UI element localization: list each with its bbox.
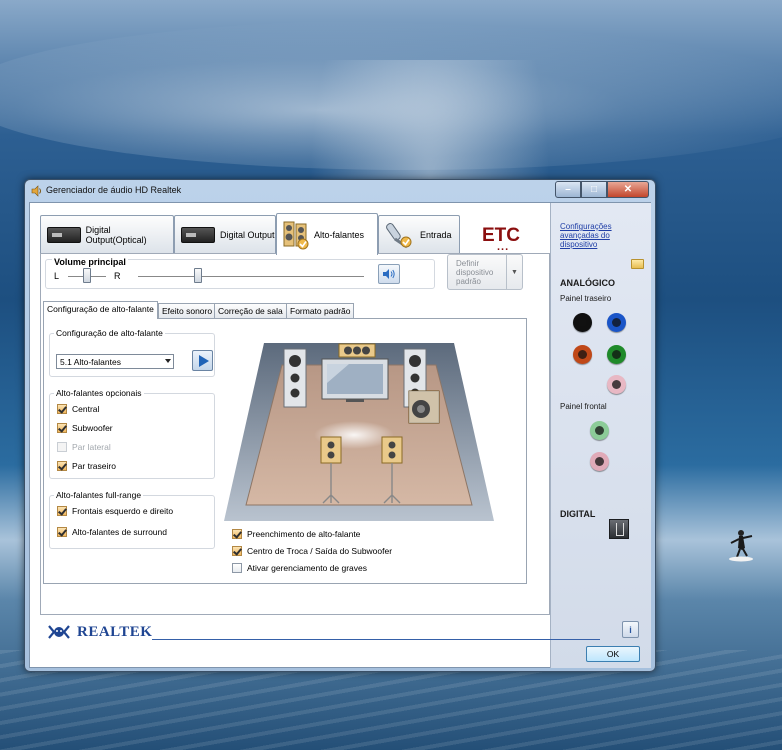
analog-heading: ANALÓGICO: [560, 278, 615, 288]
digital-connector-icon[interactable]: [609, 519, 629, 539]
crossover-label: Centro de Troca / Saída do Subwoofer: [247, 546, 393, 556]
subwoofer-checkbox[interactable]: [57, 423, 67, 433]
optional-speakers-group: Alto-falantes opcionais Central Subwoofe…: [49, 388, 215, 479]
etc-dots: ...: [497, 241, 510, 253]
subwoofer-checkbox-row[interactable]: Subwoofer: [57, 423, 113, 433]
speaker-fill-checkbox-row[interactable]: Preenchimento de alto-falante: [232, 529, 360, 539]
optical-device-icon: [47, 226, 81, 243]
front-jack-pink[interactable]: [590, 452, 609, 471]
realtek-logo: REALTEK: [46, 623, 152, 641]
crossover-checkbox-row[interactable]: Centro de Troca / Saída do Subwoofer: [232, 546, 392, 556]
minimize-button[interactable]: –: [555, 181, 581, 198]
balance-left-label: L: [54, 271, 60, 281]
side-pair-checkbox: [57, 442, 67, 452]
surround-checkbox-row[interactable]: Alto-falantes de surround: [57, 527, 167, 537]
chevron-down-icon: [165, 359, 171, 363]
tab-digital-output-optical[interactable]: Digital Output(Optical): [40, 215, 174, 253]
microphone-icon: [386, 222, 412, 248]
realtek-crab-icon: [48, 625, 70, 639]
rear-jack-pink[interactable]: [607, 375, 626, 394]
tab-label: Digital Output: [220, 229, 275, 240]
main-volume-group: Volume principal L R: [45, 257, 435, 289]
side-pair-label: Par lateral: [72, 442, 111, 452]
speaker-config-group: Configuração de alto-falante 5.1 Alto-fa…: [49, 328, 215, 377]
ok-button[interactable]: OK: [586, 646, 640, 662]
central-checkbox[interactable]: [57, 404, 67, 414]
info-button[interactable]: i: [622, 621, 639, 638]
central-label: Central: [72, 404, 100, 414]
fullrange-title: Alto-falantes full-range: [54, 490, 144, 500]
rear-pair-checkbox-row[interactable]: Par traseiro: [57, 461, 116, 471]
balance-slider[interactable]: [83, 268, 91, 283]
tab-label: Alto-falantes: [314, 229, 365, 240]
title-bar[interactable]: Gerenciador de áudio HD Realtek – □ ✕: [25, 180, 655, 202]
digital-heading: DIGITAL: [560, 509, 596, 519]
central-checkbox-row[interactable]: Central: [57, 404, 99, 414]
set-default-device-button[interactable]: Definir dispositivo padrão ▼: [447, 254, 523, 290]
realtek-brand: REALTEK: [77, 623, 153, 640]
speaker-fill-checkbox[interactable]: [232, 529, 242, 539]
front-lr-checkbox[interactable]: [57, 506, 67, 516]
close-button[interactable]: ✕: [607, 181, 649, 198]
folder-icon[interactable]: [631, 259, 644, 269]
window-title: Gerenciador de áudio HD Realtek: [46, 185, 182, 195]
subwoofer-label: Subwoofer: [72, 423, 113, 433]
front-lr-label: Frontais esquerdo e direito: [72, 506, 174, 516]
surround-checkbox[interactable]: [57, 527, 67, 537]
volume-icon: [383, 269, 395, 279]
side-pair-checkbox-row: Par lateral: [57, 442, 111, 452]
subtab-speaker-config[interactable]: Configuração de alto-falante: [43, 301, 158, 319]
subtab-room-correction[interactable]: Correção de sala: [214, 303, 287, 318]
tab-label: Digital Output(Optical): [85, 224, 147, 245]
bass-management-checkbox-row[interactable]: Ativar gerenciamento de graves: [232, 563, 367, 573]
footer-divider: [152, 639, 600, 640]
rear-panel-label: Painel traseiro: [560, 294, 612, 303]
optional-speakers-title: Alto-falantes opcionais: [54, 388, 144, 398]
rear-jack-blue[interactable]: [607, 313, 626, 332]
mute-button[interactable]: [378, 264, 400, 284]
play-test-button[interactable]: [192, 350, 213, 371]
tab-digital-output[interactable]: Digital Output: [174, 215, 276, 253]
volume-slider[interactable]: [194, 268, 202, 283]
advanced-settings-link[interactable]: Configurações avançadas do dispositivo: [560, 222, 640, 249]
speaker-config-panel: Configuração de alto-falante 5.1 Alto-fa…: [43, 318, 527, 584]
front-panel-label: Painel frontal: [560, 402, 607, 411]
speakers-icon: [283, 221, 309, 249]
crossover-checkbox[interactable]: [232, 546, 242, 556]
tab-alto-falantes[interactable]: Alto-falantes: [276, 213, 378, 255]
speaker-fill-label: Preenchimento de alto-falante: [247, 529, 361, 539]
maximize-button[interactable]: □: [581, 181, 607, 198]
main-volume-title: Volume principal: [52, 257, 128, 267]
fullrange-group: Alto-falantes full-range Frontais esquer…: [49, 490, 215, 549]
rear-pair-checkbox[interactable]: [57, 461, 67, 471]
speaker-config-value: 5.1 Alto-falantes: [60, 357, 121, 367]
realtek-window: Gerenciador de áudio HD Realtek – □ ✕ Di…: [24, 179, 656, 672]
volume-track: [138, 276, 364, 277]
chevron-down-icon[interactable]: ▼: [506, 255, 522, 289]
rear-jack-green[interactable]: [607, 345, 626, 364]
digital-device-icon: [181, 226, 215, 243]
subtab-sound-effect[interactable]: Efeito sonoro: [158, 303, 217, 318]
connector-sidebar: Configurações avançadas do dispositivo A…: [550, 203, 651, 668]
speaker-app-icon: [31, 185, 41, 197]
rear-jack-black[interactable]: [573, 313, 592, 332]
speaker-config-select[interactable]: 5.1 Alto-falantes: [56, 354, 174, 369]
bass-management-label: Ativar gerenciamento de graves: [247, 563, 368, 573]
front-jack-green[interactable]: [590, 421, 609, 440]
set-default-label: Definir dispositivo padrão: [456, 259, 494, 286]
surfer-figure: [729, 530, 753, 562]
surround-label: Alto-falantes de surround: [72, 527, 167, 537]
front-lr-checkbox-row[interactable]: Frontais esquerdo e direito: [57, 506, 173, 516]
balance-right-label: R: [114, 271, 121, 281]
rear-pair-label: Par traseiro: [72, 461, 116, 471]
speaker-config-title: Configuração de alto-falante: [54, 328, 165, 338]
bass-management-checkbox[interactable]: [232, 563, 242, 573]
rear-jack-orange[interactable]: [573, 345, 592, 364]
subtab-default-format[interactable]: Formato padrão: [286, 303, 355, 318]
window-client: Digital Output(Optical) Digital Output A…: [29, 202, 651, 668]
speakers-panel: Volume principal L R Definir dispositivo…: [40, 253, 550, 615]
tab-entrada[interactable]: Entrada: [378, 215, 460, 253]
tab-label: Entrada: [420, 229, 452, 240]
speaker-room-illustration[interactable]: [224, 323, 494, 521]
